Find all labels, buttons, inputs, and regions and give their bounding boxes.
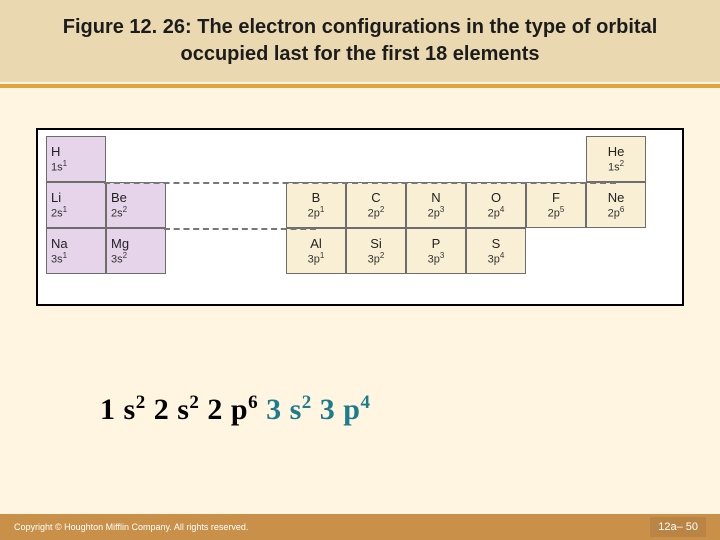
element-symbol: Be xyxy=(111,190,165,205)
element-config: 3p1 xyxy=(308,251,325,266)
config-term: 3 p4 xyxy=(312,393,371,426)
element-cell-he: He1s2 xyxy=(586,136,646,182)
element-cell-al: Al3p1 xyxy=(286,228,346,274)
element-cell-si: Si3p2 xyxy=(346,228,406,274)
config-term: 2 s2 xyxy=(146,393,200,426)
element-symbol: Mg xyxy=(111,236,165,251)
empty-cell xyxy=(286,136,346,182)
element-symbol: Al xyxy=(310,236,322,251)
title-band: Figure 12. 26: The electron configuratio… xyxy=(0,0,720,82)
empty-cell xyxy=(466,136,526,182)
element-cell-o: O2p4 xyxy=(466,182,526,228)
element-config: 3p3 xyxy=(428,251,445,266)
empty-cell xyxy=(166,182,226,228)
element-cell-c: C2p2 xyxy=(346,182,406,228)
accent-rule xyxy=(0,84,720,88)
element-cell-na: Na3s1 xyxy=(46,228,106,274)
dashed-guide-top xyxy=(104,182,616,184)
element-cell-mg: Mg3s2 xyxy=(106,228,166,274)
empty-cell xyxy=(106,136,166,182)
empty-cell xyxy=(226,182,286,228)
empty-cell xyxy=(406,136,466,182)
element-config: 3p2 xyxy=(368,251,385,266)
electron-config-summary: 1 s2 2 s2 2 p6 3 s2 3 p4 xyxy=(100,392,370,427)
element-symbol: P xyxy=(432,236,441,251)
element-config: 2s1 xyxy=(51,205,105,220)
element-cell-s: S3p4 xyxy=(466,228,526,274)
element-symbol: He xyxy=(608,144,625,159)
dashed-guide-bottom xyxy=(164,228,316,230)
empty-cell xyxy=(226,136,286,182)
element-config: 2p1 xyxy=(308,205,325,220)
empty-cell xyxy=(526,136,586,182)
element-cell-f: F2p5 xyxy=(526,182,586,228)
config-term: 3 s2 xyxy=(258,393,312,426)
element-symbol: Ne xyxy=(608,190,625,205)
element-symbol: Li xyxy=(51,190,105,205)
config-term: 2 p6 xyxy=(199,393,258,426)
page-number: 12a– 50 xyxy=(650,517,706,537)
element-cell-p: P3p3 xyxy=(406,228,466,274)
config-term: 1 s2 xyxy=(100,393,146,426)
element-symbol: Si xyxy=(370,236,382,251)
element-config: 3p4 xyxy=(488,251,505,266)
element-config: 2p6 xyxy=(608,205,625,220)
element-cell-ne: Ne2p6 xyxy=(586,182,646,228)
element-symbol: F xyxy=(552,190,560,205)
empty-cell xyxy=(166,136,226,182)
figure-area: H1s1He1s2Li2s1Be2s2B2p1C2p2N2p3O2p4F2p5N… xyxy=(36,128,684,306)
element-config: 3s2 xyxy=(111,251,165,266)
element-symbol: H xyxy=(51,144,105,159)
empty-cell xyxy=(586,228,646,274)
element-cell-li: Li2s1 xyxy=(46,182,106,228)
ptable-row: H1s1 He1s2 xyxy=(46,136,674,182)
element-cell-h: H1s1 xyxy=(46,136,106,182)
element-symbol: C xyxy=(371,190,380,205)
element-symbol: S xyxy=(492,236,501,251)
element-config: 2p5 xyxy=(548,205,565,220)
element-config: 2p4 xyxy=(488,205,505,220)
element-cell-be: Be2s2 xyxy=(106,182,166,228)
periodic-table: H1s1He1s2Li2s1Be2s2B2p1C2p2N2p3O2p4F2p5N… xyxy=(42,136,678,274)
element-config: 2s2 xyxy=(111,205,165,220)
element-symbol: B xyxy=(312,190,321,205)
element-cell-b: B2p1 xyxy=(286,182,346,228)
slide: Figure 12. 26: The electron configuratio… xyxy=(0,0,720,540)
element-symbol: Na xyxy=(51,236,105,251)
element-config: 1s1 xyxy=(51,159,105,174)
copyright-text: Copyright © Houghton Mifflin Company. Al… xyxy=(14,522,248,532)
footer-bar: Copyright © Houghton Mifflin Company. Al… xyxy=(0,514,720,540)
element-cell-n: N2p3 xyxy=(406,182,466,228)
element-symbol: N xyxy=(431,190,440,205)
empty-cell xyxy=(346,136,406,182)
ptable-row: Li2s1Be2s2B2p1C2p2N2p3O2p4F2p5Ne2p6 xyxy=(46,182,674,228)
empty-cell xyxy=(226,228,286,274)
empty-cell xyxy=(166,228,226,274)
slide-title: Figure 12. 26: The electron configuratio… xyxy=(40,14,680,68)
element-config: 1s2 xyxy=(608,159,624,174)
ptable-row: Na3s1Mg3s2Al3p1Si3p2P3p3S3p4 xyxy=(46,228,674,274)
element-config: 2p3 xyxy=(428,205,445,220)
element-config: 3s1 xyxy=(51,251,105,266)
empty-cell xyxy=(526,228,586,274)
element-symbol: O xyxy=(491,190,501,205)
element-config: 2p2 xyxy=(368,205,385,220)
